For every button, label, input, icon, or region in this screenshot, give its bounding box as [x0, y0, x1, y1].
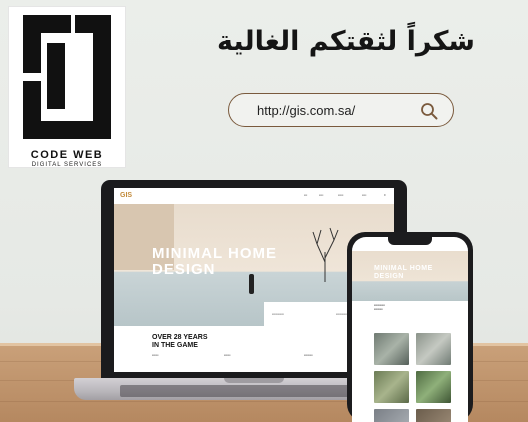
years-line1: OVER 28 YEARS [152, 334, 208, 341]
promo-stage: CODE WEB DIGITAL SERVICES شكراً لثقتكم ا… [0, 0, 528, 422]
aerial-thumb [416, 333, 451, 365]
years-line2: IN THE GAME [152, 342, 198, 349]
nav-link: ▪▪▪▪ [319, 193, 324, 197]
site-nav: GIS ▪▪▪ ▪▪▪▪ ▪▪▪▪▪ ▪▪▪▪ ≡ [114, 188, 394, 204]
nav-link: ▪▪▪▪ [362, 193, 367, 197]
url-text[interactable]: http://gis.com.sa/ [257, 103, 355, 118]
phone-hero-title: MINIMAL HOME DESIGN [374, 265, 433, 281]
logo-title: CODE WEB [30, 149, 104, 161]
menu-icon: ≡ [384, 193, 386, 197]
column-label: ▪▪▪▪▪▪▪▪ [304, 353, 313, 357]
years-heading: OVER 28 YEARS IN THE GAME [152, 334, 208, 350]
logo-subtitle: DIGITAL SERVICES [31, 162, 103, 168]
aerial-thumb [374, 409, 409, 422]
phone-website: MINIMAL HOME DESIGN ▪▪▪▪▪▪▪▪▪▪ ▪▪▪▪▪▪▪▪ [352, 237, 468, 422]
nav-link: ▪▪▪▪▪ [338, 193, 344, 197]
hero-title: MINIMAL HOME DESIGN [152, 246, 277, 278]
hero-figure [249, 274, 254, 294]
phone-years-heading: ▪▪▪▪▪▪▪▪▪▪ ▪▪▪▪▪▪▪▪ [374, 303, 385, 311]
phone-hero-title-line1: MINIMAL HOME [374, 265, 433, 272]
phone-notch [388, 237, 432, 245]
column-label: ▪▪▪▪▪▪ [152, 353, 159, 357]
code-web-logo-card: CODE WEB DIGITAL SERVICES [9, 7, 125, 168]
aerial-thumb [416, 409, 451, 422]
code-web-logo-mark [23, 15, 111, 139]
site-logo: GIS [120, 192, 133, 199]
url-bar[interactable]: http://gis.com.sa/ [228, 93, 454, 127]
aerial-thumb [416, 371, 451, 403]
hero-title-line2: DESIGN [152, 261, 216, 278]
aerial-thumb [374, 333, 409, 365]
phone-hero-title-line2: DESIGN [374, 273, 404, 280]
search-icon[interactable] [419, 101, 439, 121]
hero-tree [312, 227, 339, 282]
laptop-keyboard [120, 385, 352, 397]
hero-title-line1: MINIMAL HOME [152, 245, 278, 262]
nav-link: ▪▪▪ [304, 193, 308, 197]
laptop-notch [224, 378, 284, 383]
smartphone: MINIMAL HOME DESIGN ▪▪▪▪▪▪▪▪▪▪ ▪▪▪▪▪▪▪▪ [347, 232, 473, 422]
column-label: ▪▪▪▪▪▪ [224, 353, 231, 357]
aerial-thumb [374, 371, 409, 403]
thanks-headline: شكراً لثقتكم الغالية [217, 26, 475, 57]
